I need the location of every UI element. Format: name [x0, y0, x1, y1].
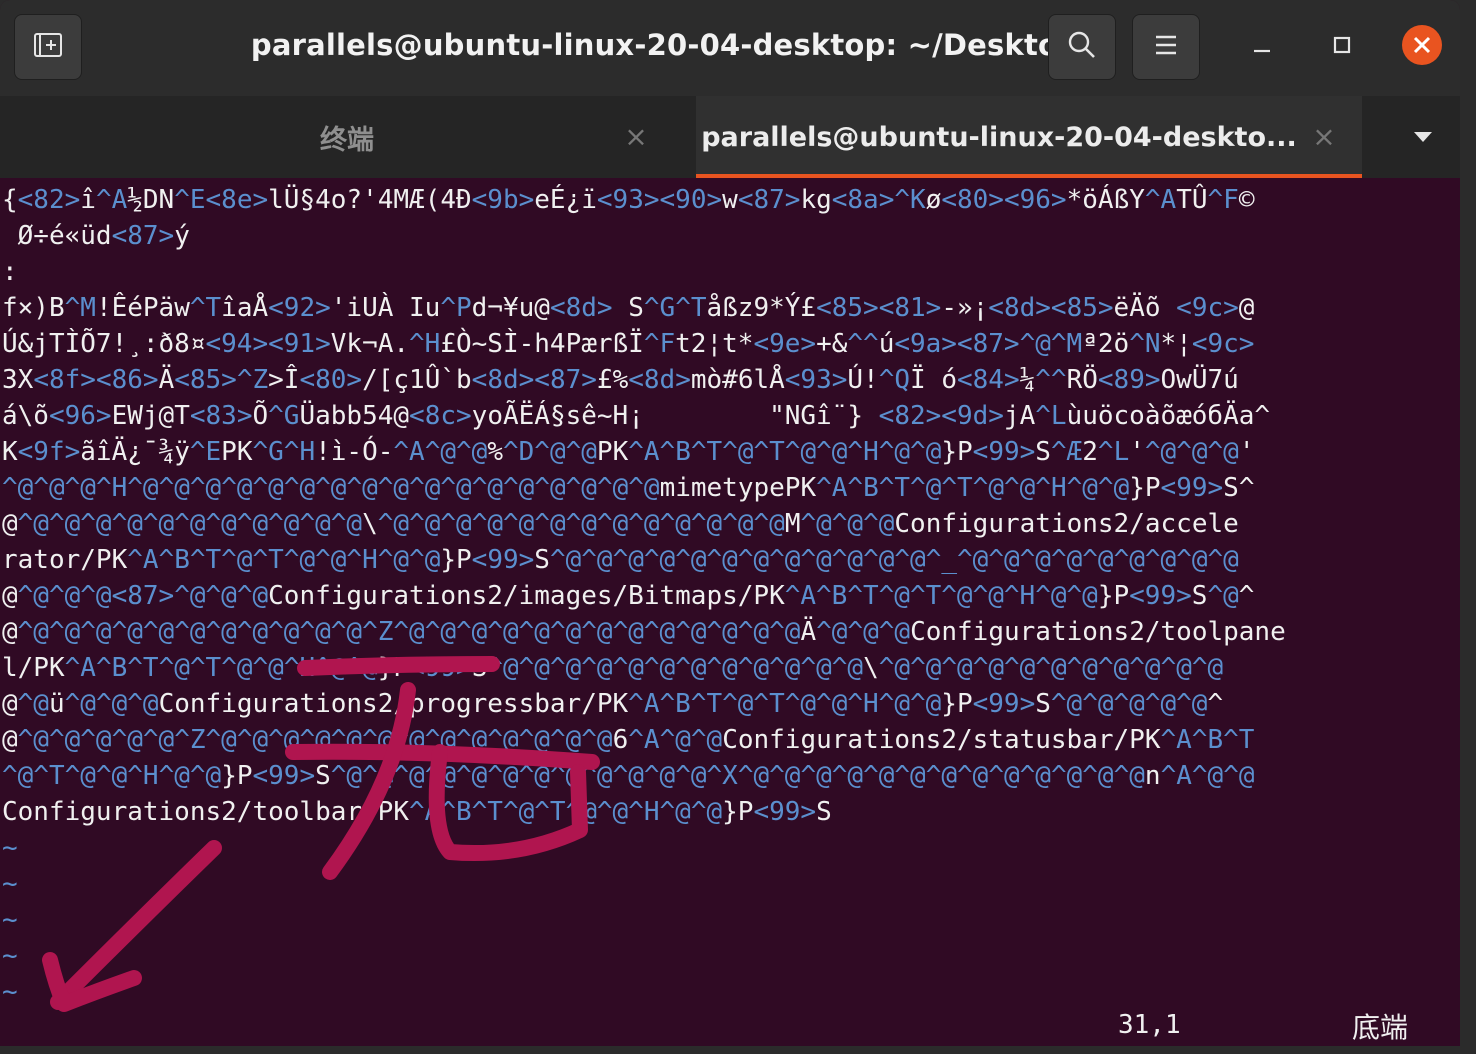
maximize-icon — [1332, 35, 1352, 59]
close-button[interactable] — [1401, 24, 1443, 70]
terminal-content[interactable]: {<82>î^A½DN^E<8e>lÜ§4o?'4MÆ(4Ð<9b>eÉ¿ï<9… — [0, 180, 1460, 1046]
scroll-position-label: 底端 — [1352, 1011, 1409, 1044]
terminal-line: @^@^@^@^@^@^Z^@^@^@^@^@^@^@^@^@^@^@^@^@6… — [2, 725, 1255, 755]
tab-label: 终端 — [320, 124, 374, 156]
maximize-button[interactable] — [1321, 26, 1363, 68]
terminal-line: l/PK^A^B^T^@^T^@^@^H^@^@}P<99>S^@^@^@^@^… — [2, 653, 1224, 683]
terminal-line: ^@^T^@^@^H^@^@}P<99>S^@^@^@^@^@^@^@^@^@^… — [2, 761, 1255, 791]
tab-list-button[interactable] — [1402, 126, 1444, 150]
terminal-line: K<9f>ãîÄ¿¯¾ÿ^EPK^G^H!ì-Ó-^A^@^@%^D^@^@PK… — [2, 437, 1255, 467]
tab-bar: 终端 × parallels@ubuntu-linux-20-04-deskto… — [0, 96, 1460, 178]
menu-button[interactable] — [1132, 14, 1200, 80]
terminal-line: f×)B^M!ÊéPäw^TîaÅ<92>'iUÀ Iu^Pd¬¥u@<8d> … — [2, 293, 1255, 323]
terminal-line: Ú&jTÌÕ7!¸:ð8¤<94><91>Vk¬A.^H£Ò~SÌ-h4Pærß… — [2, 329, 1255, 359]
close-icon — [1401, 24, 1443, 70]
search-icon — [1066, 29, 1098, 65]
new-tab-icon — [32, 31, 64, 63]
tab-desktop[interactable]: parallels@ubuntu-linux-20-04-deskto... × — [696, 96, 1362, 178]
new-tab-button[interactable] — [14, 14, 82, 80]
terminal-line: @^@^@^@^@^@^@^@^@^@^@^@^Z^@^@^@^@^@^@^@^… — [2, 617, 1286, 647]
terminal-line: {<82>î^A½DN^E<8e>lÜ§4o?'4MÆ(4Ð<9b>eÉ¿ï<9… — [2, 185, 1255, 215]
chevron-down-icon — [1402, 132, 1444, 154]
terminal-line: @^@ü^@^@^@Configurations2/progressbar/PK… — [2, 689, 1224, 719]
terminal-line: : — [2, 257, 18, 287]
terminal-line: 3X<8f><86>Ä<85>^Z>Î<80>/[ç1Û`b<8d><87>£%… — [2, 365, 1239, 395]
search-button[interactable] — [1048, 14, 1116, 80]
minimize-button[interactable] — [1241, 26, 1283, 68]
terminal-line: @^@^@^@<87>^@^@^@Configurations2/images/… — [2, 581, 1255, 611]
empty-line-tilde: ~ — [2, 941, 18, 971]
terminal-line: Configurations2/toolbar/PK^A^B^T^@^T^@^@… — [2, 797, 832, 827]
terminal-line: á\õ<96>EWj@T<83>Õ^GÜabb54@<8c>yoÃËÁ§sê~H… — [2, 401, 1271, 431]
terminal-line: Ø÷é«üd<87>ý — [2, 221, 190, 251]
terminal-line: ^@^@^@^H^@^@^@^@^@^@^@^@^@^@^@^@^@^@^@^@… — [2, 473, 1255, 503]
tab-close-icon[interactable]: × — [1310, 123, 1338, 151]
cursor-position: 31,1 — [1118, 1010, 1181, 1040]
tab-close-icon[interactable]: × — [622, 123, 650, 151]
tab-label: parallels@ubuntu-linux-20-04-deskto... — [701, 121, 1297, 153]
empty-line-tilde: ~ — [2, 833, 18, 863]
empty-line-tilde: ~ — [2, 905, 18, 935]
window-title: parallels@ubuntu-linux-20-04-desktop: ~/… — [250, 28, 1080, 62]
header-bar: parallels@ubuntu-linux-20-04-desktop: ~/… — [0, 0, 1460, 97]
empty-line-tilde: ~ — [2, 977, 18, 1007]
empty-line-tilde: ~ — [2, 869, 18, 899]
active-tab-indicator — [696, 174, 1362, 178]
tab-terminal[interactable]: 终端 × — [0, 96, 694, 178]
hamburger-menu-icon — [1154, 34, 1178, 60]
minimize-icon — [1252, 35, 1272, 59]
terminal-line: @^@^@^@^@^@^@^@^@^@^@^@\^@^@^@^@^@^@^@^@… — [2, 509, 1239, 539]
terminal-line: rator/PK^A^B^T^@^T^@^@^H^@^@}P<99>S^@^@^… — [2, 545, 1239, 575]
terminal-window: parallels@ubuntu-linux-20-04-desktop: ~/… — [0, 0, 1460, 1046]
